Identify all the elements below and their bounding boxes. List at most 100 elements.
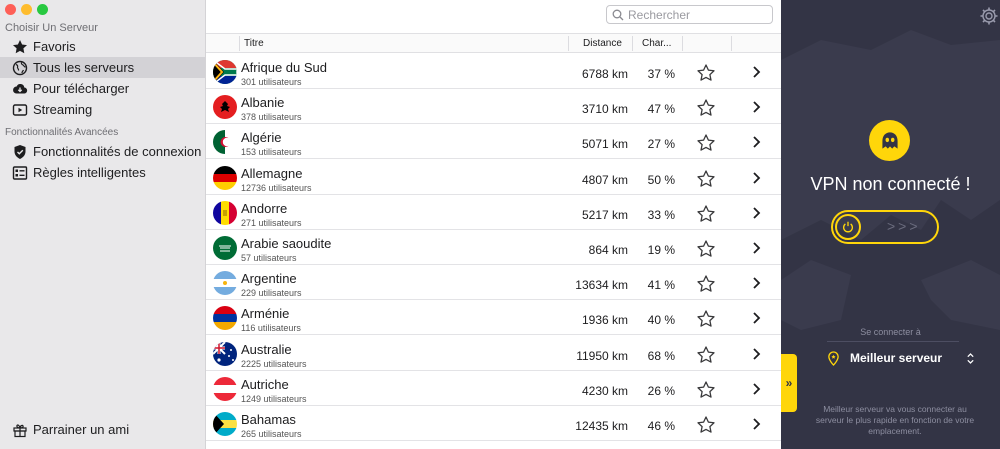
server-selector[interactable]: Meilleur serveur xyxy=(827,348,975,368)
favorite-star-icon[interactable] xyxy=(696,274,716,294)
user-count: 229 utilisateurs xyxy=(241,288,302,299)
country-name: Australie xyxy=(241,341,292,357)
user-count: 378 utilisateurs xyxy=(241,112,302,123)
country-name: Bahamas xyxy=(241,412,296,427)
sidebar: Choisir Un Serveur Favoris Tous les serv… xyxy=(0,0,206,449)
at-flag-icon xyxy=(213,376,237,401)
user-count: 12736 utilisateurs xyxy=(241,182,312,193)
country-name: Algérie xyxy=(241,130,282,146)
server-row[interactable]: Arménie 116 utilisateurs 1936 km 40 % xyxy=(206,300,781,336)
distance-value: 864 km xyxy=(588,243,628,257)
sidebar-item-smart-rules[interactable]: Règles intelligentes xyxy=(0,162,205,183)
country-name: Argentine xyxy=(241,271,297,287)
server-row[interactable]: Bahamas 265 utilisateurs 12435 km 46 % xyxy=(206,406,781,441)
server-row[interactable]: Autriche 1249 utilisateurs 4230 km 26 % xyxy=(206,371,781,406)
am-flag-icon xyxy=(213,306,237,331)
distance-value: 6788 km xyxy=(581,67,628,81)
sidebar-item-all-servers[interactable]: Tous les serveurs xyxy=(0,57,205,78)
chevron-right-icon[interactable] xyxy=(750,171,762,185)
server-row[interactable]: Argentine 229 utilisateurs 13634 km 41 % xyxy=(206,265,781,301)
chevron-right-icon[interactable] xyxy=(750,100,762,114)
search-icon xyxy=(612,9,624,20)
favorite-star-icon[interactable] xyxy=(696,63,716,83)
distance-value: 1936 km xyxy=(581,313,628,328)
chevron-right-icon[interactable] xyxy=(750,241,762,255)
sidebar-item-download[interactable]: Pour télécharger xyxy=(0,78,205,99)
au-flag-icon xyxy=(213,341,237,366)
favorite-star-icon[interactable] xyxy=(696,380,716,400)
sidebar-item-label: Pour télécharger xyxy=(33,81,130,96)
favorite-star-icon[interactable] xyxy=(696,239,716,259)
chevron-right-icon[interactable] xyxy=(750,382,762,396)
column-title[interactable]: Titre xyxy=(244,38,264,49)
user-count: 301 utilisateurs xyxy=(241,77,302,87)
distance-value: 3710 km xyxy=(581,102,628,117)
chevron-right-icon[interactable] xyxy=(750,135,762,149)
sidebar-item-label: Favoris xyxy=(33,39,76,54)
load-value: 27 % xyxy=(647,137,675,152)
user-count: 57 utilisateurs xyxy=(241,253,297,263)
favorite-star-icon[interactable] xyxy=(696,345,716,365)
za-flag-icon xyxy=(213,60,237,84)
load-value: 33 % xyxy=(647,207,675,222)
favorite-star-icon[interactable] xyxy=(696,415,716,435)
server-row[interactable]: Algérie 153 utilisateurs 5071 km 27 % xyxy=(206,124,781,160)
server-row[interactable]: Andorre 271 utilisateurs 5217 km 33 % xyxy=(206,195,781,230)
favorite-star-icon[interactable] xyxy=(696,169,716,189)
country-name: Allemagne xyxy=(241,165,303,181)
distance-value: 12435 km xyxy=(575,419,628,433)
de-flag-icon xyxy=(213,165,237,190)
favorite-star-icon[interactable] xyxy=(696,309,716,329)
server-row[interactable]: Arabie saoudite 57 utilisateurs 864 km 19 % xyxy=(206,230,781,265)
sidebar-item-connection-features[interactable]: Fonctionnalités de connexion xyxy=(0,141,205,162)
chevron-right-icon[interactable] xyxy=(750,206,762,220)
user-count: 116 utilisateurs xyxy=(241,323,301,334)
country-name: Autriche xyxy=(241,376,289,392)
favorite-star-icon[interactable] xyxy=(696,98,716,118)
sa-flag-icon xyxy=(213,236,237,260)
load-value: 47 % xyxy=(647,102,675,117)
country-name: Andorre xyxy=(241,200,288,216)
load-value: 46 % xyxy=(647,419,675,433)
cloud-download-icon xyxy=(11,80,28,97)
close-window-button[interactable] xyxy=(5,4,16,15)
search-input[interactable]: Rechercher xyxy=(606,5,773,24)
collapse-panel-tab[interactable]: » xyxy=(781,354,797,412)
ghost-logo-icon xyxy=(869,120,910,161)
divider xyxy=(827,341,959,342)
chevron-right-icon[interactable] xyxy=(750,347,762,361)
server-row[interactable]: Australie 2225 utilisateurs 11950 km 68 % xyxy=(206,336,781,371)
chevron-right-icon[interactable] xyxy=(750,65,762,79)
settings-gear-icon[interactable] xyxy=(979,6,999,26)
column-distance[interactable]: Distance xyxy=(583,38,622,49)
slide-arrows-icon: >>> xyxy=(887,218,921,234)
sidebar-item-favorites[interactable]: Favoris xyxy=(0,36,205,57)
server-row[interactable]: Afrique du Sud 301 utilisateurs 6788 km 37 … xyxy=(206,54,781,89)
load-value: 26 % xyxy=(647,383,675,398)
server-row[interactable]: Albanie 378 utilisateurs 3710 km 47 % xyxy=(206,89,781,125)
updown-chevron-icon xyxy=(967,352,974,364)
bs-flag-icon xyxy=(213,412,237,436)
shield-icon xyxy=(11,143,28,160)
load-value: 41 % xyxy=(647,278,675,293)
sidebar-item-streaming[interactable]: Streaming xyxy=(0,99,205,120)
user-count: 1249 utilisateurs xyxy=(241,393,307,404)
star-icon xyxy=(11,38,28,55)
favorite-star-icon[interactable] xyxy=(696,133,716,153)
column-load[interactable]: Char... xyxy=(642,38,671,49)
load-value: 50 % xyxy=(647,172,675,187)
gift-icon xyxy=(11,421,28,438)
connect-to-label: Se connecter à xyxy=(860,327,921,337)
favorite-star-icon[interactable] xyxy=(696,204,716,224)
chevron-right-icon[interactable] xyxy=(750,311,762,325)
globe-icon xyxy=(11,59,28,76)
sidebar-item-label: Règles intelligentes xyxy=(33,165,146,180)
load-value: 19 % xyxy=(647,243,675,257)
connect-toggle[interactable]: >>> xyxy=(831,210,939,244)
refer-friend-button[interactable]: Parrainer un ami xyxy=(0,419,205,440)
zoom-window-button[interactable] xyxy=(37,4,48,15)
chevron-right-icon[interactable] xyxy=(750,276,762,290)
server-row[interactable]: Allemagne 12736 utilisateurs 4807 km 50 % xyxy=(206,160,781,195)
minimize-window-button[interactable] xyxy=(21,4,32,15)
chevron-right-icon[interactable] xyxy=(750,417,762,431)
